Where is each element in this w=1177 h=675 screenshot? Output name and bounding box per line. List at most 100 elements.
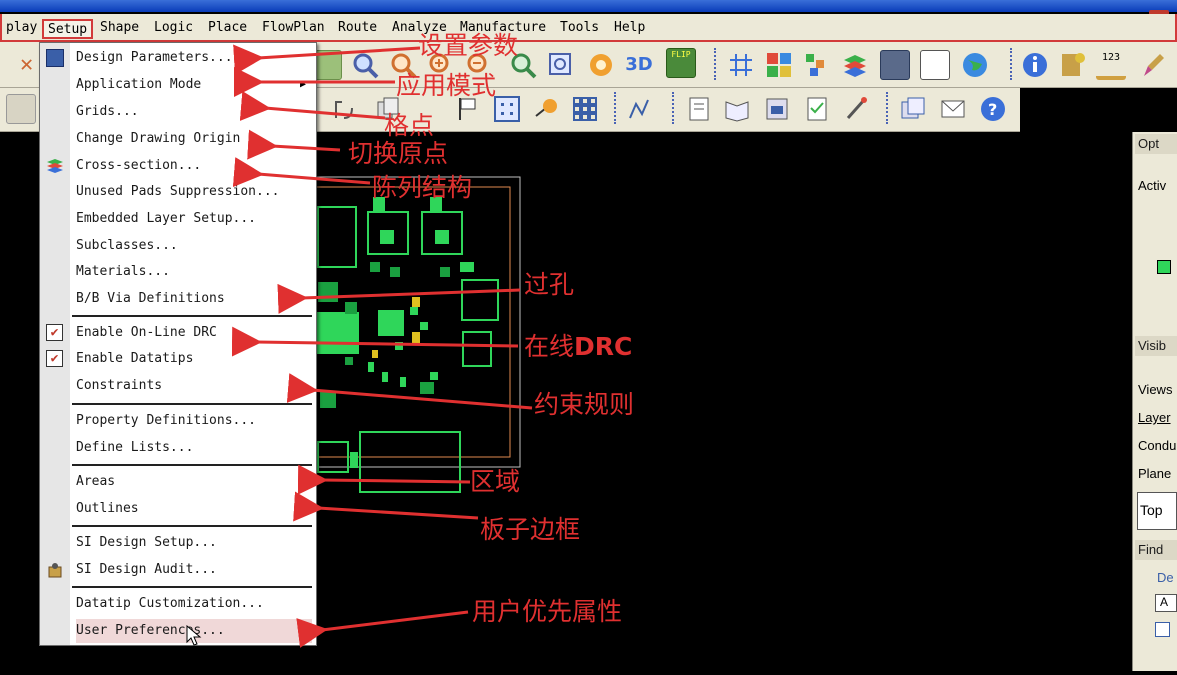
measure-icon[interactable]: 123 <box>1096 50 1126 80</box>
submenu-arrow-icon: ▶ <box>299 476 306 487</box>
menu-item-label: Subclasses... <box>76 238 178 253</box>
menu-item-bb-via-definitions[interactable]: B/B Via Definitions ▶ <box>76 287 312 311</box>
globe-icon[interactable] <box>960 50 990 80</box>
menu-item-outlines[interactable]: Outlines ▶ <box>76 497 312 521</box>
submenu-arrow-icon: ▶ <box>299 503 306 514</box>
menu-item-unused-pads-suppression[interactable]: Unused Pads Suppression... <box>76 180 312 204</box>
annotation-change-origin: 切换原点 <box>348 139 449 168</box>
testpoint-icon[interactable] <box>532 94 562 124</box>
menu-separator <box>72 403 312 405</box>
menu-logic[interactable]: Logic <box>150 19 197 39</box>
menu-help[interactable]: Help <box>610 19 649 39</box>
menu-item-subclasses[interactable]: Subclasses... <box>76 234 312 258</box>
menu-item-label: B/B Via Definitions <box>76 291 225 306</box>
menu-item-label: Define Lists... <box>76 440 194 455</box>
array-icon[interactable] <box>570 94 600 124</box>
menu-item-label: SI Design Setup... <box>76 535 217 550</box>
menu-item-label: Cross-section... <box>76 158 202 173</box>
help-icon[interactable]: ? <box>978 94 1008 124</box>
fm-icon[interactable] <box>880 50 910 80</box>
color-icon[interactable] <box>764 50 794 80</box>
planes-label: Plane <box>1138 466 1172 481</box>
menu-item-label: Enable On-Line DRC <box>76 325 217 340</box>
menu-separator <box>72 586 312 588</box>
window-icon[interactable] <box>898 94 928 124</box>
menu-item-label: Design Parameters... <box>76 50 233 65</box>
menu-item-si-design-setup[interactable]: SI Design Setup... <box>76 531 312 555</box>
select-icon[interactable] <box>6 94 36 124</box>
menu-item-define-lists[interactable]: Define Lists... <box>76 436 312 460</box>
menu-item-constraints[interactable]: Constraints ▶ <box>76 374 312 398</box>
options-panel-title[interactable]: Opt <box>1135 134 1177 154</box>
visibility-panel-title[interactable]: Visib <box>1135 336 1177 356</box>
menu-item-enable-online-drc[interactable]: Enable On-Line DRC <box>76 321 312 345</box>
menu-item-grids[interactable]: Grids... <box>76 100 312 124</box>
control-panel: Opt Activ Visib Views Layer Condu Plane … <box>1132 132 1177 671</box>
menu-item-application-mode[interactable]: Application Mode ▶ <box>76 73 312 97</box>
route-icon[interactable] <box>626 94 656 124</box>
show-element-icon[interactable] <box>1058 50 1088 80</box>
info-icon[interactable] <box>1020 50 1050 80</box>
zoom-icon[interactable] <box>350 50 380 80</box>
menu-item-label: Embedded Layer Setup... <box>76 211 257 226</box>
annotation-design-parameters: 设置参数 <box>418 31 519 60</box>
annotation-user-preferences: 用户优先属性 <box>472 597 623 626</box>
redraw-icon[interactable] <box>586 50 616 80</box>
menu-item-label: Application Mode <box>76 77 202 92</box>
menu-item-si-design-audit[interactable]: SI Design Audit... <box>76 558 312 582</box>
menu-item-areas[interactable]: Areas ▶ <box>76 470 312 494</box>
menu-tools[interactable]: Tools <box>556 19 603 39</box>
3d-view-icon[interactable]: 3D <box>624 50 654 80</box>
submenu-arrow-icon: ▶ <box>299 79 306 90</box>
si-audit-icon <box>46 561 64 579</box>
annotation-outlines: 板子边框 <box>480 515 581 544</box>
views-label: Views <box>1138 382 1173 397</box>
checkmark-icon: ✔ <box>46 350 63 367</box>
book-icon[interactable] <box>722 94 752 124</box>
toolbar-separator <box>714 48 718 80</box>
find-all-button[interactable]: A <box>1155 594 1177 612</box>
svg-text:?: ? <box>988 100 997 119</box>
menu-separator <box>72 464 312 466</box>
menu-item-embedded-layer-setup[interactable]: Embedded Layer Setup... <box>76 207 312 231</box>
dfa-icon[interactable] <box>920 50 950 80</box>
annotation-application-mode: 应用模式 <box>396 71 497 100</box>
find-panel-title[interactable]: Find <box>1135 540 1177 560</box>
menu-setup[interactable]: Setup <box>42 19 94 39</box>
menu-display[interactable]: play <box>2 19 41 39</box>
menu-item-property-definitions[interactable]: Property Definitions... <box>76 409 312 433</box>
menu-item-materials[interactable]: Materials... <box>76 260 312 284</box>
mail-icon[interactable] <box>938 94 968 124</box>
menu-flowplan[interactable]: FlowPlan <box>258 19 329 39</box>
layers-icon[interactable] <box>802 50 832 80</box>
zoom-world-icon[interactable] <box>546 50 576 80</box>
brush-icon[interactable] <box>1138 50 1168 80</box>
report-icon[interactable] <box>684 94 714 124</box>
menu-item-label: Unused Pads Suppression... <box>76 184 280 199</box>
stack-icon[interactable] <box>840 50 870 80</box>
find-checkbox[interactable] <box>1155 622 1170 637</box>
add-connect-icon[interactable] <box>330 94 360 124</box>
flip-icon[interactable]: FLIP <box>666 48 696 78</box>
conductors-label: Condu <box>1138 438 1177 453</box>
layer-select[interactable]: Top <box>1137 492 1177 530</box>
menu-shape[interactable]: Shape <box>96 19 143 39</box>
pin-matrix-icon[interactable] <box>492 94 522 124</box>
menu-separator <box>72 315 312 317</box>
active-color-swatch[interactable] <box>1157 260 1171 274</box>
menu-item-label: User Preferences... <box>76 623 225 638</box>
setup-dropdown-menu: Design Parameters... Application Mode ▶ G… <box>39 42 317 646</box>
menu-item-enable-datatips[interactable]: Enable Datatips <box>76 347 312 371</box>
edit-probe-icon[interactable] <box>842 94 872 124</box>
checklist-icon[interactable] <box>802 94 832 124</box>
menu-item-change-drawing-origin[interactable]: Change Drawing Origin <box>76 127 312 151</box>
menu-place[interactable]: Place <box>204 19 251 39</box>
menu-separator <box>72 525 312 527</box>
menu-item-design-parameters[interactable]: Design Parameters... <box>76 46 312 70</box>
menu-item-datatip-customization[interactable]: Datatip Customization... <box>76 592 312 616</box>
menu-item-cross-section[interactable]: Cross-section... <box>76 154 312 178</box>
menu-route[interactable]: Route <box>334 19 381 39</box>
component-report-icon[interactable] <box>762 94 792 124</box>
grid-toggle-icon[interactable] <box>726 50 756 80</box>
cross-section-icon <box>46 157 64 175</box>
